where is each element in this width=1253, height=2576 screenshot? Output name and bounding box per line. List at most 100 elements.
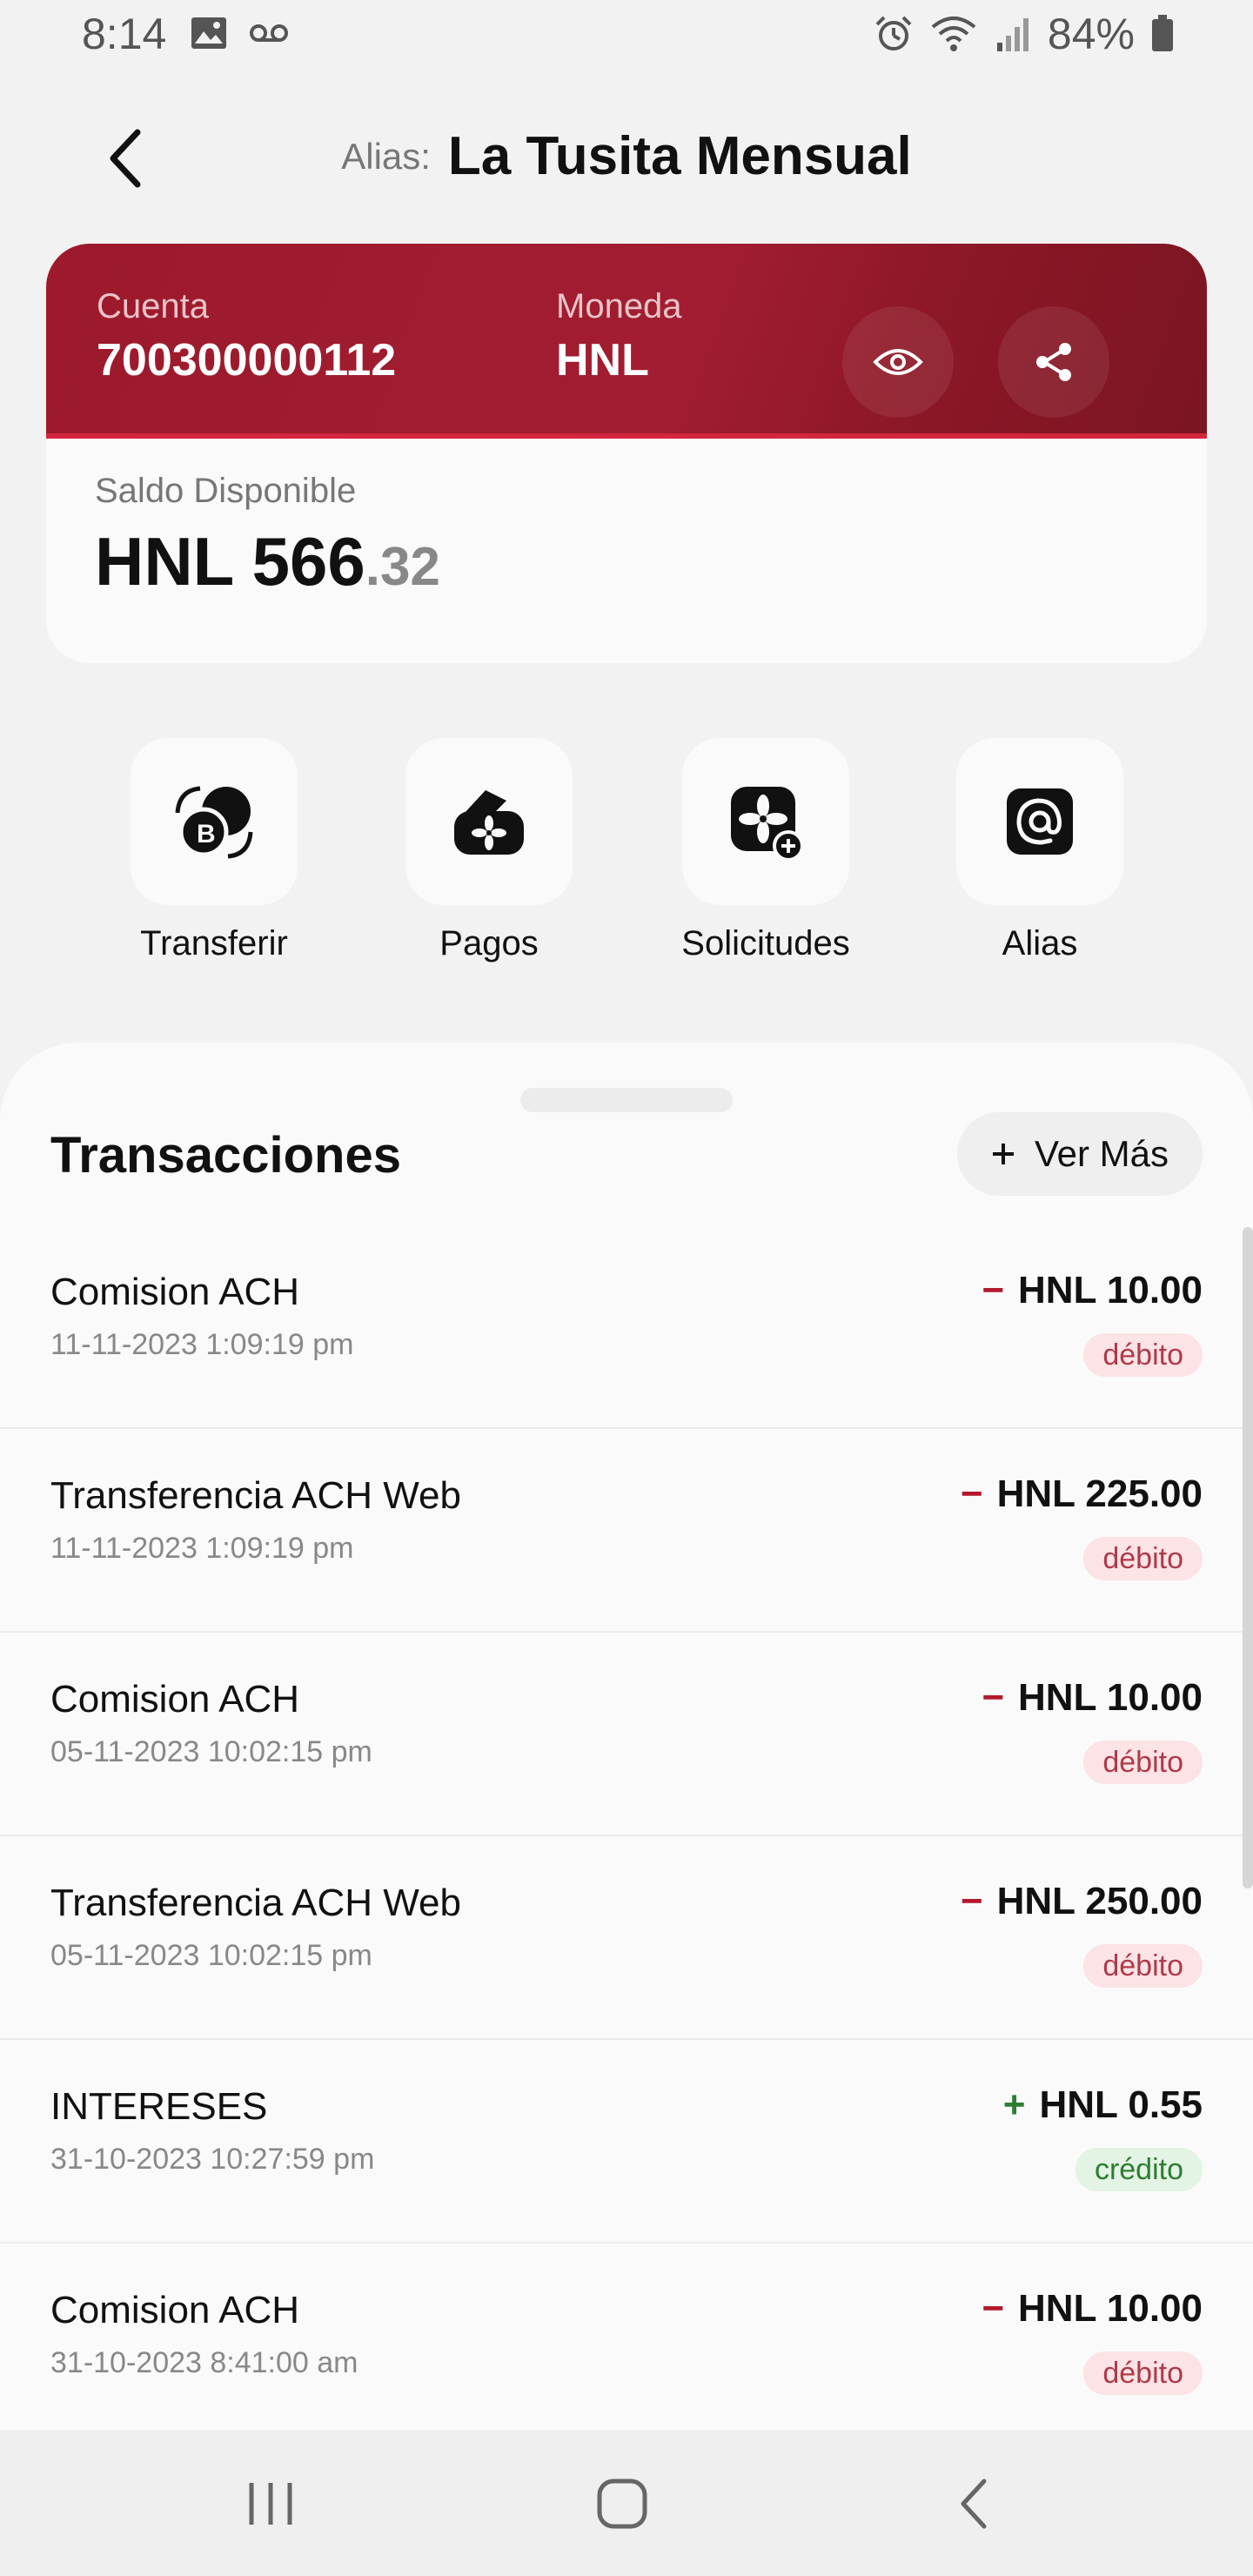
account-label: Cuenta — [97, 287, 209, 325]
eye-icon — [873, 349, 923, 375]
transaction-date: 11-11-2023 1:09:19 pm — [50, 1532, 354, 1565]
transaction-date: 31-10-2023 8:41:00 am — [50, 2346, 358, 2379]
nav-back-button[interactable] — [926, 2465, 1022, 2543]
transaction-type-badge: débito — [1083, 1333, 1203, 1377]
recent-apps-button[interactable] — [223, 2465, 318, 2543]
transaction-row[interactable]: Transferencia ACH Web 05-11-2023 10:02:15… — [0, 1836, 1253, 2040]
action-label: Alias — [1002, 924, 1078, 963]
home-icon — [597, 2479, 647, 2529]
transaction-row[interactable]: Transferencia ACH Web 11-11-2023 1:09:19 … — [0, 1429, 1253, 1633]
action-tile[interactable] — [682, 738, 849, 905]
transaction-row[interactable]: INTERESES 31-10-2023 10:27:59 pm + HNL 0.55… — [0, 2040, 1253, 2244]
transaction-sign: − — [982, 1676, 1005, 1719]
action-label: Solicitudes — [681, 924, 850, 963]
transaction-sign: − — [960, 1880, 983, 1922]
recent-apps-icon — [249, 2483, 292, 2525]
show-balance-button[interactable] — [842, 306, 954, 418]
transaction-date: 11-11-2023 1:09:19 pm — [50, 1328, 354, 1361]
action-tile[interactable]: B — [131, 738, 298, 905]
transaction-date: 31-10-2023 10:27:59 pm — [50, 2143, 375, 2176]
transaction-amount: − HNL 10.00 — [982, 2287, 1203, 2331]
see-more-button[interactable]: Ver Más — [957, 1112, 1203, 1196]
transaction-date: 05-11-2023 10:02:15 pm — [50, 1735, 372, 1768]
status-bar: 8:14 84% — [0, 0, 1253, 73]
transaction-name: Transferencia ACH Web — [50, 1474, 461, 1517]
voicemail-icon — [250, 24, 288, 42]
account-number: 700300000112 — [97, 335, 397, 386]
transfer-icon: B — [175, 786, 253, 859]
action-tile[interactable] — [405, 738, 573, 905]
action-transferir[interactable]: B Transferir — [129, 738, 299, 963]
balance-amount: HNL 566.32 — [95, 522, 440, 601]
transactions-list: Comision ACH 11-11-2023 1:09:19 pm − HNL 10… — [0, 1225, 1253, 2430]
transaction-name: Comision ACH — [50, 1678, 300, 1721]
transaction-type-badge: débito — [1083, 2351, 1203, 2395]
transaction-amount: − HNL 10.00 — [982, 1269, 1203, 1312]
status-time: 8:14 — [82, 10, 167, 58]
transaction-amount-value: HNL 10.00 — [1018, 1676, 1203, 1719]
transaction-amount: − HNL 225.00 — [961, 1472, 1203, 1516]
transaction-row[interactable]: Comision ACH 31-10-2023 8:41:00 am − HNL 10… — [0, 2244, 1253, 2430]
transactions-title: Transacciones — [50, 1127, 401, 1184]
see-more-label: Ver Más — [1034, 1133, 1169, 1174]
alarm-icon — [875, 16, 912, 50]
transaction-row[interactable]: Comision ACH 05-11-2023 10:02:15 pm − HNL 1… — [0, 1633, 1253, 1836]
currency-label: Moneda — [556, 287, 682, 325]
sheet-drag-handle[interactable] — [520, 1088, 733, 1112]
transaction-name: Comision ACH — [50, 1271, 300, 1313]
transaction-amount-value: HNL 250.00 — [996, 1880, 1203, 1922]
transaction-name: Transferencia ACH Web — [50, 1882, 461, 1924]
transaction-type-badge: débito — [1083, 1537, 1203, 1580]
plus-icon — [992, 1144, 1014, 1164]
transactions-sheet: Transacciones Ver Más Comision ACH 11-11-… — [0, 1043, 1253, 2430]
signal-icon — [996, 18, 1029, 51]
home-button[interactable] — [574, 2465, 670, 2543]
battery-icon — [1152, 15, 1173, 51]
account-card-header: Cuenta 700300000112 Moneda HNL — [46, 244, 1207, 439]
transaction-name: INTERESES — [50, 2085, 268, 2128]
transaction-row[interactable]: Comision ACH 11-11-2023 1:09:19 pm − HNL 10… — [0, 1225, 1253, 1429]
transaction-sign: − — [982, 2287, 1005, 2330]
balance-label: Saldo Disponible — [95, 472, 357, 510]
image-icon — [191, 17, 226, 49]
alias-prefix: Alias: — [341, 135, 431, 177]
transaction-type-badge: débito — [1083, 1741, 1203, 1784]
transaction-amount: − HNL 10.00 — [982, 1676, 1203, 1720]
transaction-type-badge: crédito — [1075, 2148, 1203, 2191]
payments-icon — [454, 790, 524, 855]
action-tile[interactable] — [956, 738, 1123, 905]
transaction-amount-value: HNL 10.00 — [1018, 1269, 1203, 1311]
action-pagos[interactable]: Pagos — [404, 738, 574, 963]
battery-percent: 84% — [1047, 10, 1135, 58]
svg-text:B: B — [197, 820, 216, 849]
share-button[interactable] — [998, 306, 1109, 418]
at-sign-icon — [1007, 788, 1073, 855]
requests-icon — [731, 787, 804, 862]
transaction-sign: − — [960, 1472, 983, 1515]
balance-cents: .32 — [365, 537, 440, 597]
action-label: Transferir — [140, 924, 288, 963]
page-title: Alias: La Tusita Mensual — [0, 125, 1253, 187]
currency-value: HNL — [556, 335, 649, 386]
action-label: Pagos — [439, 924, 539, 963]
wifi-icon — [931, 17, 976, 51]
transaction-amount-value: HNL 10.00 — [1018, 2287, 1203, 2330]
action-alias[interactable]: Alias — [955, 738, 1125, 963]
transaction-amount-value: HNL 0.55 — [1039, 2083, 1203, 2126]
back-icon — [961, 2479, 987, 2529]
balance-main: HNL 566 — [95, 523, 365, 600]
account-card: Cuenta 700300000112 Moneda HNL Saldo Dis… — [46, 244, 1207, 663]
transaction-sign: + — [1002, 2083, 1026, 2126]
transaction-type-badge: débito — [1083, 1944, 1203, 1988]
scrollbar[interactable] — [1243, 1227, 1253, 1888]
system-nav-bar — [0, 2430, 1253, 2576]
transaction-date: 05-11-2023 10:02:15 pm — [50, 1939, 372, 1972]
action-solicitudes[interactable]: Solicitudes — [680, 738, 851, 963]
transaction-amount-value: HNL 225.00 — [996, 1472, 1203, 1515]
share-icon — [1036, 343, 1071, 381]
alias-name: La Tusita Mensual — [447, 126, 912, 186]
transaction-amount: − HNL 250.00 — [961, 1880, 1203, 1923]
transaction-name: Comision ACH — [50, 2289, 300, 2331]
transaction-sign: − — [982, 1269, 1005, 1311]
transaction-amount: + HNL 0.55 — [1003, 2083, 1203, 2127]
